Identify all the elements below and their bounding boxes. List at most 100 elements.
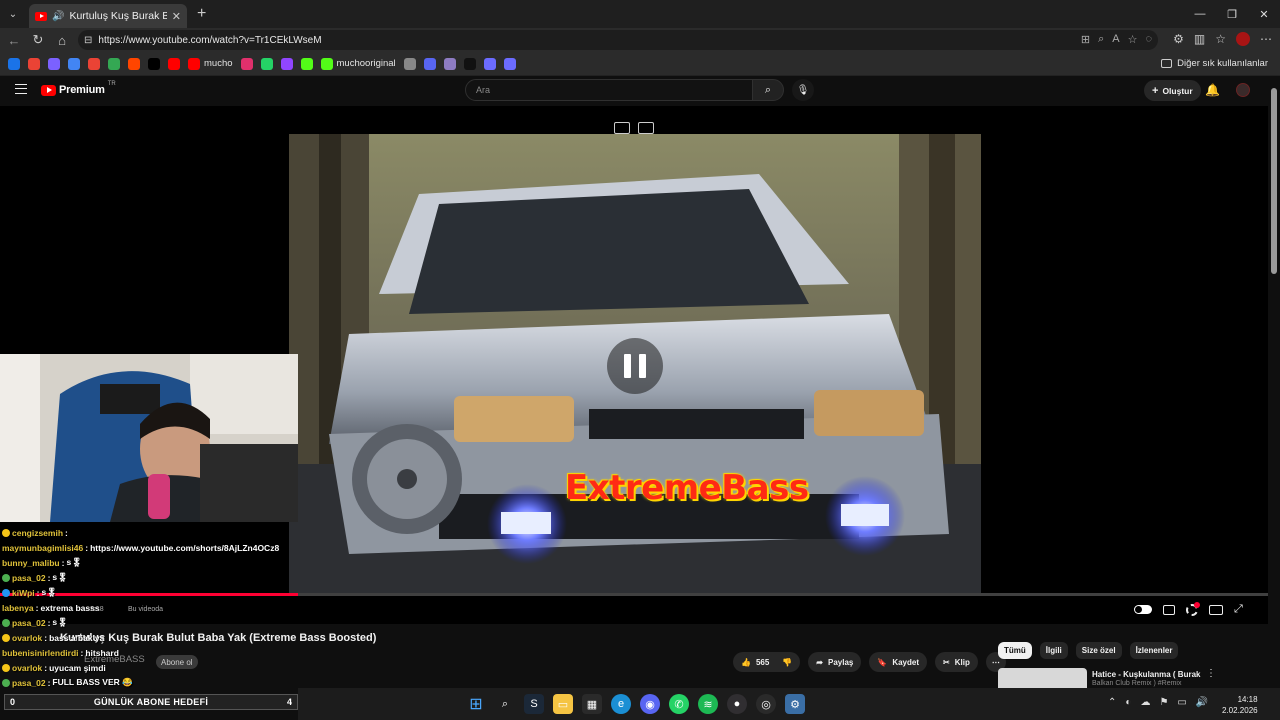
filter-chip[interactable]: Size özel — [1075, 642, 1122, 659]
display-icon[interactable]: ▭ — [1177, 697, 1186, 708]
bookmark-item[interactable] — [260, 57, 273, 70]
bookmark-item[interactable] — [423, 57, 436, 70]
browser-tab[interactable]: 🔊 Kurtuluş Kuş Burak Bulut Baba Yak ✕ — [29, 4, 187, 28]
favorite-star-icon[interactable]: ☆ — [1128, 33, 1138, 46]
address-bar[interactable]: ⊟ https://www.youtube.com/watch?v=Tr1CEk… — [78, 30, 1158, 50]
filter-chip[interactable]: Tümü — [998, 642, 1032, 659]
site-info-icon[interactable]: ⊟ — [84, 35, 92, 46]
discord-icon[interactable]: ◉ — [640, 694, 660, 714]
bookmark-item[interactable] — [148, 57, 160, 70]
chat-username[interactable]: maymunbagimlisi46 — [2, 543, 83, 553]
clip-button[interactable]: ✂ Klip — [935, 652, 978, 672]
autoplay-toggle[interactable] — [1134, 605, 1152, 614]
favorites-icon[interactable]: ☆ — [1215, 32, 1226, 46]
recommended-more-icon[interactable]: ⋮ — [1206, 668, 1216, 679]
like-button[interactable]: 👍 565 👎 — [733, 652, 801, 672]
bookmark-item[interactable] — [443, 57, 456, 70]
bookmark-item[interactable] — [128, 57, 140, 70]
new-tab-plus-icon[interactable]: + — [197, 5, 206, 23]
bookmark-item[interactable] — [108, 57, 120, 70]
chat-username[interactable]: bunny_malibu — [2, 558, 60, 568]
cast-icon[interactable] — [638, 122, 654, 134]
subtitles-icon[interactable] — [1163, 604, 1175, 615]
steam-icon[interactable]: S — [524, 694, 544, 714]
chat-username[interactable]: ovarlok — [12, 663, 42, 673]
windows-start-icon[interactable]: ⊞ — [466, 694, 486, 714]
obs-icon[interactable]: ● — [727, 694, 747, 714]
search-input[interactable]: Ara — [465, 79, 753, 101]
zoom-icon[interactable]: ⌕ — [1098, 33, 1104, 46]
bookmark-item[interactable] — [88, 57, 100, 70]
recommended-video[interactable]: Hatice - Kuşkulanma ( Burak Balkan Club … — [998, 668, 1218, 688]
reload-icon[interactable]: ↻ — [26, 32, 50, 48]
other-bookmarks-folder[interactable]: Diğer sık kullanılanlar — [1161, 58, 1268, 69]
bookmark-item[interactable] — [240, 57, 253, 70]
tray-app-icon[interactable]: ☁ — [1140, 697, 1150, 708]
home-icon[interactable]: ⌂ — [50, 33, 74, 48]
store-icon[interactable]: ▦ — [582, 694, 602, 714]
copilot-icon[interactable]: ◌ — [1145, 33, 1152, 46]
voice-search-button[interactable]: 🎙 — [792, 79, 814, 101]
tray-app-icon[interactable]: ◐ — [1125, 697, 1131, 708]
chat-username[interactable]: pasa_02 — [12, 618, 46, 628]
split-screen-icon[interactable]: ▥ — [1194, 32, 1205, 46]
youtube-logo[interactable]: Premium TR — [41, 81, 116, 96]
back-arrow-icon[interactable]: ← — [2, 33, 26, 48]
create-button[interactable]: + Oluştur — [1144, 80, 1201, 101]
dislike-thumbs-down-icon[interactable]: 👎 — [782, 658, 792, 667]
bookmark-item[interactable] — [280, 57, 293, 70]
tab-list-chevron-icon[interactable]: ⌄ — [3, 4, 23, 24]
bookmark-item[interactable] — [28, 57, 40, 70]
read-aloud-icon[interactable]: A — [1112, 33, 1119, 46]
in-video-label[interactable]: Bu videoda — [128, 606, 163, 613]
bookmark-item[interactable] — [300, 57, 313, 70]
bookmark-item[interactable] — [503, 57, 516, 70]
system-clock[interactable]: 14:18 2.02.2026 — [1222, 694, 1258, 716]
close-window-icon[interactable]: ✕ — [1248, 0, 1280, 28]
recommended-title[interactable]: Hatice - Kuşkulanma ( Burak — [1092, 670, 1200, 679]
file-explorer-icon[interactable]: ▭ — [553, 694, 573, 714]
search-button[interactable]: ⌕ — [752, 79, 784, 101]
spotify-icon[interactable]: ≋ — [698, 694, 718, 714]
bookmark-item[interactable]: muchooriginal — [320, 57, 396, 70]
bookmark-item[interactable] — [48, 57, 60, 70]
taskbar-search-icon[interactable]: ⌕ — [495, 694, 515, 714]
edge-browser-icon[interactable]: e — [611, 694, 631, 714]
bookmark-item[interactable] — [483, 57, 496, 70]
bookmark-item[interactable]: mucho — [188, 57, 233, 70]
bookmark-item[interactable] — [168, 57, 180, 70]
whatsapp-icon[interactable]: ✆ — [669, 694, 689, 714]
chat-username[interactable]: bubenisinirlendirdi — [2, 648, 79, 658]
bookmark-item[interactable] — [8, 57, 20, 70]
app-available-icon[interactable]: ⊞ — [1081, 33, 1090, 46]
account-avatar[interactable] — [1236, 83, 1250, 97]
fullscreen-icon[interactable]: ⤢ — [1234, 603, 1243, 616]
share-button[interactable]: ➦ Paylaş — [808, 652, 862, 672]
extensions-icon[interactable]: ⚙ — [1173, 32, 1184, 46]
url-text[interactable]: https://www.youtube.com/watch?v=Tr1CEkLW… — [98, 35, 321, 46]
chat-username[interactable]: ovarlok — [12, 633, 42, 643]
chat-username[interactable]: cengizsemih — [12, 528, 63, 538]
miniplayer-icon[interactable] — [614, 122, 630, 134]
more-menu-icon[interactable]: ⋯ — [1260, 32, 1272, 46]
chat-username[interactable]: kiWpi — [12, 588, 35, 598]
audio-playing-icon[interactable]: 🔊 — [52, 11, 64, 22]
volume-icon[interactable]: 🔊 — [1196, 697, 1208, 708]
minimize-icon[interactable]: — — [1184, 0, 1216, 28]
bookmark-item[interactable] — [403, 57, 416, 70]
menu-hamburger-icon[interactable] — [15, 84, 27, 94]
save-button[interactable]: 🔖 Kaydet — [869, 652, 928, 672]
bookmark-item[interactable] — [68, 57, 80, 70]
recommended-thumbnail[interactable] — [998, 668, 1087, 688]
chat-username[interactable]: labenya — [2, 603, 34, 613]
filter-chip[interactable]: İzlenenler — [1129, 642, 1179, 659]
chat-username[interactable]: pasa_02 — [12, 573, 46, 583]
pause-button[interactable] — [607, 338, 663, 394]
theater-mode-icon[interactable] — [1209, 604, 1223, 615]
filter-chip[interactable]: İlgili — [1039, 642, 1068, 659]
page-scrollbar[interactable] — [1268, 76, 1280, 688]
profile-avatar-icon[interactable] — [1236, 32, 1250, 46]
bookmark-item[interactable] — [463, 57, 476, 70]
settings-app-icon[interactable]: ⚙ — [785, 694, 805, 714]
tray-expand-icon[interactable]: ⌃ — [1108, 697, 1116, 708]
